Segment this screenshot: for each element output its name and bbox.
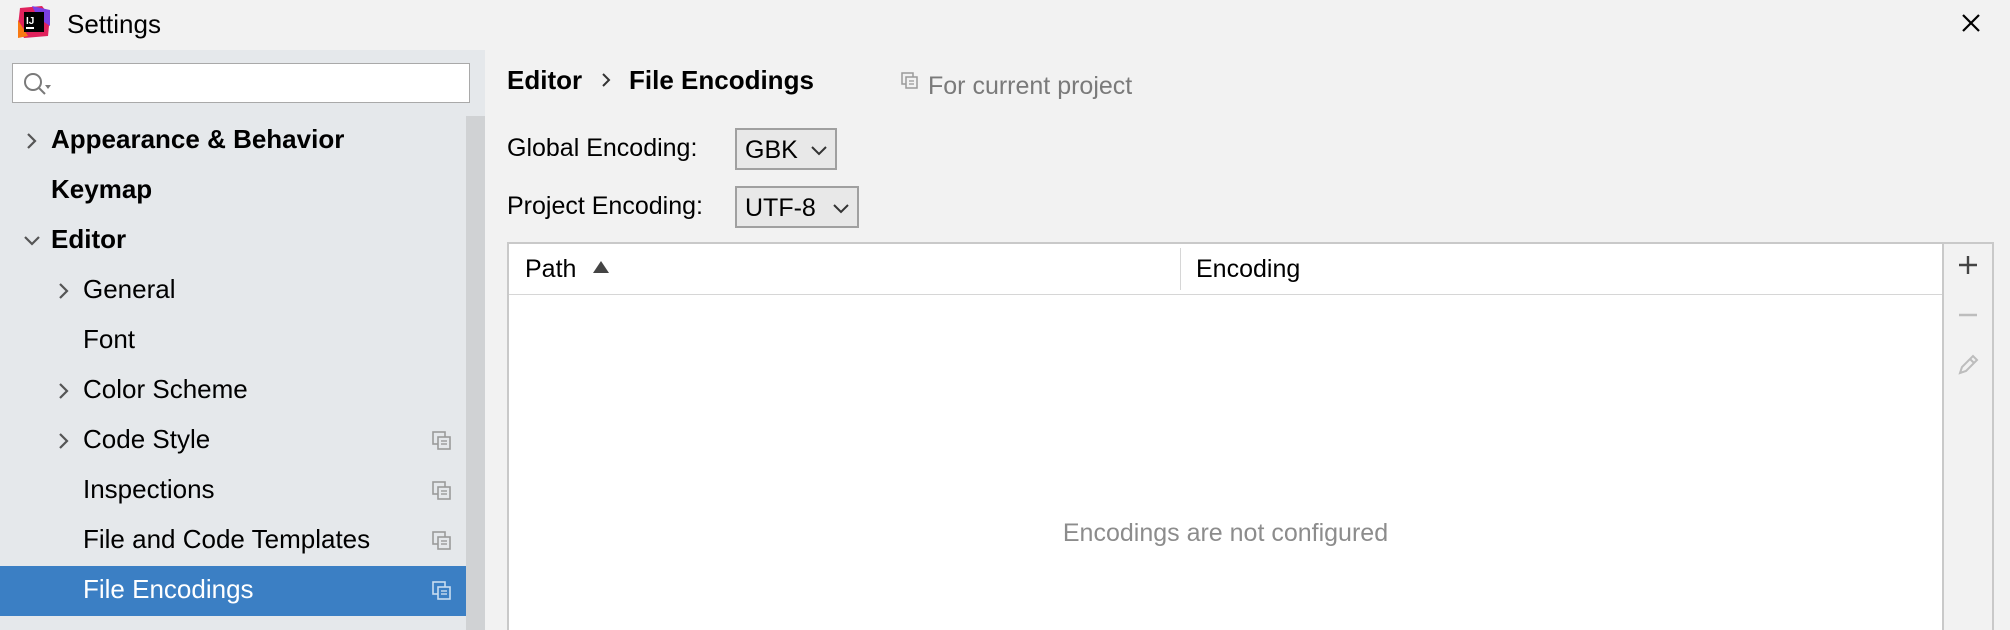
project-encoding-select[interactable]: UTF-8 bbox=[735, 186, 859, 228]
chevron-right-icon[interactable] bbox=[54, 381, 74, 401]
tree-item-code-style[interactable]: Code Style bbox=[0, 416, 466, 466]
global-encoding-value: GBK bbox=[745, 136, 798, 164]
tree-item-color-scheme[interactable]: Color Scheme bbox=[0, 366, 466, 416]
tree-item-label: Appearance & Behavior bbox=[51, 124, 345, 154]
chevron-right-icon[interactable] bbox=[54, 431, 74, 451]
project-encoding-value: UTF-8 bbox=[745, 194, 816, 222]
chevron-right-icon[interactable] bbox=[22, 131, 42, 151]
breadcrumb-current: File Encodings bbox=[629, 65, 814, 95]
chevron-down-icon bbox=[811, 146, 827, 156]
column-header-path[interactable]: Path bbox=[525, 255, 576, 284]
tree-item-label: Keymap bbox=[51, 174, 153, 204]
chevron-down-icon[interactable] bbox=[22, 231, 42, 251]
project-scope-icon bbox=[901, 72, 918, 89]
settings-content-panel: Editor File Encodings For current projec… bbox=[485, 50, 2010, 630]
settings-tree: Appearance & Behavior Keymap Editor Gene… bbox=[0, 116, 485, 630]
tree-item-label: File Encodings bbox=[83, 574, 254, 604]
breadcrumb-parent[interactable]: Editor bbox=[507, 65, 582, 96]
scope-label: For current project bbox=[928, 72, 1133, 100]
edit-pencil-icon[interactable] bbox=[1954, 351, 1982, 379]
global-encoding-label: Global Encoding: bbox=[507, 134, 698, 162]
tree-item-label: Editor bbox=[51, 224, 127, 254]
intellij-logo-icon: IJ bbox=[18, 6, 50, 38]
breadcrumb-separator-icon bbox=[602, 73, 611, 87]
search-icon bbox=[24, 73, 51, 95]
sidebar-scrollbar[interactable] bbox=[466, 116, 485, 630]
close-icon[interactable] bbox=[1954, 6, 1988, 40]
tree-item-label: Inspections bbox=[83, 474, 215, 504]
encodings-table: Path Encoding Encodings are not configur… bbox=[507, 242, 1944, 630]
window-title: Settings bbox=[67, 9, 161, 39]
tree-item-label: Code Style bbox=[83, 424, 211, 454]
tree-item-inspections[interactable]: Inspections bbox=[0, 466, 466, 516]
tree-item-font[interactable]: Font bbox=[0, 316, 466, 366]
chevron-right-icon[interactable] bbox=[54, 281, 74, 301]
table-header: Path Encoding bbox=[509, 244, 1942, 295]
tree-item-label: File and Code Templates bbox=[83, 524, 371, 554]
tree-item-keymap[interactable]: Keymap bbox=[0, 166, 466, 216]
title-bar: IJ Settings bbox=[0, 0, 2010, 50]
tree-item-general[interactable]: General bbox=[0, 266, 466, 316]
sort-ascending-icon[interactable] bbox=[592, 260, 610, 274]
tree-item-label: Font bbox=[83, 324, 136, 354]
project-scope-icon bbox=[432, 581, 451, 600]
tree-item-file-code-templates[interactable]: File and Code Templates bbox=[0, 516, 466, 566]
project-scope-icon bbox=[432, 431, 451, 450]
svg-text:IJ: IJ bbox=[26, 16, 34, 27]
column-divider[interactable] bbox=[1180, 248, 1181, 290]
settings-sidebar: Appearance & Behavior Keymap Editor Gene… bbox=[0, 50, 485, 630]
column-header-encoding[interactable]: Encoding bbox=[1196, 255, 1300, 284]
project-scope-icon bbox=[432, 481, 451, 500]
chevron-down-icon bbox=[833, 204, 849, 214]
project-encoding-label: Project Encoding: bbox=[507, 192, 703, 220]
tree-item-appearance-behavior[interactable]: Appearance & Behavior bbox=[0, 116, 466, 166]
tree-item-label: Color Scheme bbox=[83, 374, 248, 404]
tree-item-file-encodings[interactable]: File Encodings bbox=[0, 566, 485, 616]
settings-search-input[interactable] bbox=[12, 63, 470, 103]
remove-icon[interactable] bbox=[1954, 301, 1982, 329]
global-encoding-select[interactable]: GBK bbox=[735, 128, 837, 170]
tree-item-label: General bbox=[83, 274, 176, 304]
add-icon[interactable] bbox=[1954, 251, 1982, 279]
project-scope-icon bbox=[432, 531, 451, 550]
tree-item-editor[interactable]: Editor bbox=[0, 216, 466, 266]
empty-table-message: Encodings are not configured bbox=[1062, 519, 1389, 547]
table-toolbar bbox=[1944, 242, 1994, 630]
